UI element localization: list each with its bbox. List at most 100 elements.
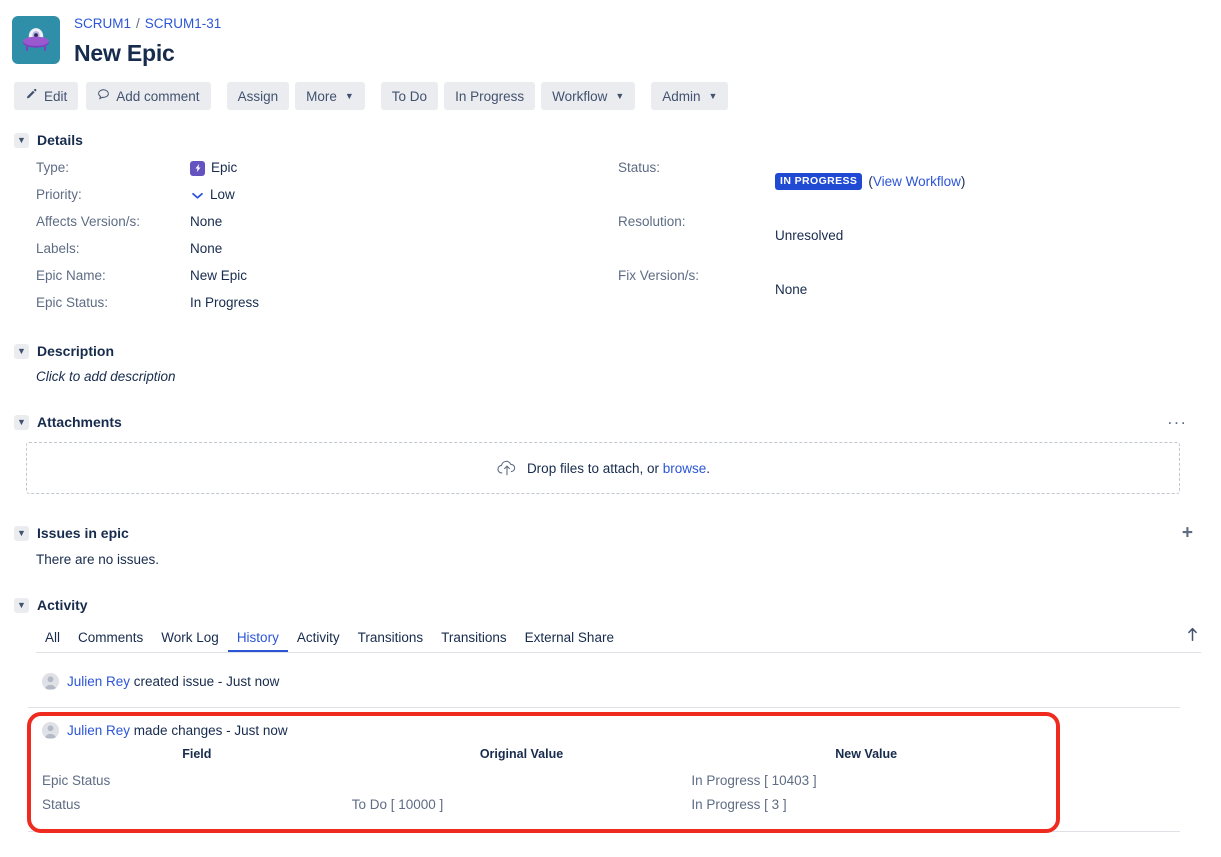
history-entry-line: Julien Rey made changes - Just now (42, 722, 1041, 739)
history-divider (28, 707, 1180, 708)
issues-in-epic-empty-text: There are no issues. (36, 552, 160, 567)
chevron-down-icon[interactable]: ▼ (14, 132, 29, 148)
chevron-down-icon[interactable]: ▼ (14, 525, 29, 541)
epic-icon (190, 160, 205, 176)
dropzone-text-start: Drop files to attach, or (526, 460, 663, 476)
issues-in-epic-section: ▼ Issues in epic + There are no issues. (0, 524, 1221, 567)
status-badge: IN PROGRESS (775, 173, 863, 190)
details-section-title: Details (37, 132, 83, 148)
tab-work-log[interactable]: Work Log (152, 626, 228, 652)
description-placeholder[interactable]: Click to add description (14, 369, 1201, 384)
breadcrumb-separator: / (136, 16, 140, 31)
issue-toolbar: Edit Add comment Assign More ▼ To Do In … (0, 68, 1221, 110)
priority-low-icon (190, 188, 204, 202)
history-entry-changes: Julien Rey made changes - Just now Field… (14, 722, 1201, 817)
history-changes-table: Field Original Value New Value Epic Stat… (42, 747, 1041, 817)
history-entry-text: Julien Rey created issue - Just now (67, 674, 280, 689)
breadcrumb-issue-link[interactable]: SCRUM1-31 (145, 16, 222, 31)
activity-section: ▼ Activity All Comments Work Log History… (0, 597, 1221, 832)
to-do-button[interactable]: To Do (380, 82, 439, 110)
tab-activity[interactable]: Activity (288, 626, 349, 652)
issue-view-page: SCRUM1 / SCRUM1-31 New Epic Edit Add comme… (0, 0, 1221, 857)
column-header-original-value: Original Value (479, 747, 564, 761)
attachments-section-title: Attachments (37, 414, 122, 430)
chevron-down-icon: ▼ (344, 91, 354, 101)
activity-section-header: ▼ Activity (14, 597, 1201, 613)
detail-label-epic-name: Epic Name: (36, 268, 106, 283)
browse-link[interactable]: browse (663, 461, 707, 476)
breadcrumb-project-link[interactable]: SCRUM1 (74, 16, 131, 31)
history-entry-created: Julien Rey created issue - Just now (14, 673, 1201, 690)
detail-value-priority: Low (190, 186, 618, 204)
comment-icon (97, 88, 110, 104)
tab-all[interactable]: All (36, 626, 69, 652)
detail-label-affects-versions: Affects Version/s: (36, 214, 141, 229)
workflow-button-label: Workflow (552, 88, 608, 104)
issues-in-epic-section-header: ▼ Issues in epic + (14, 524, 1201, 543)
detail-label-status: Status: (618, 160, 661, 175)
table-header-row: Field Original Value New Value (42, 747, 1041, 769)
detail-value-affects-versions: None (190, 214, 223, 229)
detail-label-priority: Priority: (36, 187, 82, 202)
attachments-more-options-icon[interactable]: ··· (1167, 414, 1187, 431)
detail-label-type: Type: (36, 160, 70, 175)
details-section: ▼ Details Type: Epic Priority: Low Affec… (0, 132, 1221, 312)
to-do-button-label: To Do (391, 88, 428, 104)
detail-label-epic-status: Epic Status: (36, 295, 109, 310)
cell-field: Epic Status (42, 773, 111, 788)
dropzone-text: Drop files to attach, or browse. (527, 461, 710, 476)
tab-history[interactable]: History (228, 626, 288, 652)
assign-button[interactable]: Assign (226, 82, 290, 110)
history-user-link[interactable]: Julien Rey (67, 674, 130, 689)
more-button[interactable]: More ▼ (295, 82, 365, 110)
tab-comments[interactable]: Comments (69, 626, 152, 652)
add-comment-button[interactable]: Add comment (86, 82, 211, 110)
tab-transitions-2[interactable]: Transitions (432, 626, 516, 652)
history-entry-text: Julien Rey made changes - Just now (67, 723, 288, 738)
history-user-link[interactable]: Julien Rey (67, 723, 130, 738)
tab-transitions-1[interactable]: Transitions (349, 626, 433, 652)
detail-label-resolution: Resolution: (618, 214, 686, 229)
admin-button-label: Admin (662, 88, 701, 104)
chevron-down-icon: ▼ (708, 91, 718, 101)
detail-value-priority-text: Low (210, 187, 235, 202)
column-header-field: Field (182, 747, 212, 761)
table-row: Status To Do [ 10000 ] In Progress [ 3 ] (42, 793, 1041, 817)
tab-external-share[interactable]: External Share (516, 626, 623, 652)
chevron-down-icon[interactable]: ▼ (14, 414, 29, 430)
ufo-avatar-icon (12, 16, 60, 64)
view-workflow-link[interactable]: View Workflow (873, 174, 961, 189)
detail-value-epic-status: In Progress (190, 295, 260, 310)
issue-header: SCRUM1 / SCRUM1-31 New Epic (0, 0, 1221, 68)
view-workflow-wrapper: (View Workflow) (868, 173, 966, 189)
attachments-section-header: ▼ Attachments ··· (14, 414, 1201, 431)
add-issue-icon[interactable]: + (1182, 524, 1193, 543)
cloud-upload-icon (496, 457, 518, 480)
attachments-section: ▼ Attachments ··· Drop files to attach, … (0, 414, 1221, 494)
header-text-block: SCRUM1 / SCRUM1-31 New Epic (74, 12, 221, 68)
more-button-label: More (306, 88, 337, 104)
avatar (42, 722, 59, 739)
sort-ascending-icon[interactable] (1186, 626, 1199, 646)
history-divider (28, 831, 1180, 832)
chevron-down-icon[interactable]: ▼ (14, 343, 29, 359)
pencil-icon (25, 88, 38, 104)
detail-value-resolution: Unresolved (775, 227, 844, 243)
workflow-button[interactable]: Workflow ▼ (541, 82, 636, 110)
edit-button[interactable]: Edit (14, 82, 79, 110)
dropzone-text-end: . (706, 460, 711, 476)
in-progress-button[interactable]: In Progress (444, 82, 536, 110)
detail-label-fix-versions: Fix Version/s: (618, 268, 700, 283)
history-action: created issue (133, 674, 215, 689)
chevron-down-icon[interactable]: ▼ (14, 597, 29, 613)
detail-value-status: IN PROGRESS (View Workflow) (775, 159, 1178, 204)
issues-in-epic-section-title: Issues in epic (37, 525, 129, 541)
column-header-new-value: New Value (835, 747, 898, 761)
admin-button[interactable]: Admin ▼ (651, 82, 729, 110)
detail-value-type-text: Epic (211, 160, 238, 175)
details-left-column: Type: Epic Priority: Low Affects Version… (14, 159, 618, 312)
attachment-dropzone[interactable]: Drop files to attach, or browse. (26, 442, 1180, 494)
description-section: ▼ Description Click to add description (0, 343, 1221, 384)
edit-button-label: Edit (44, 88, 68, 104)
details-section-header: ▼ Details (14, 132, 1201, 148)
